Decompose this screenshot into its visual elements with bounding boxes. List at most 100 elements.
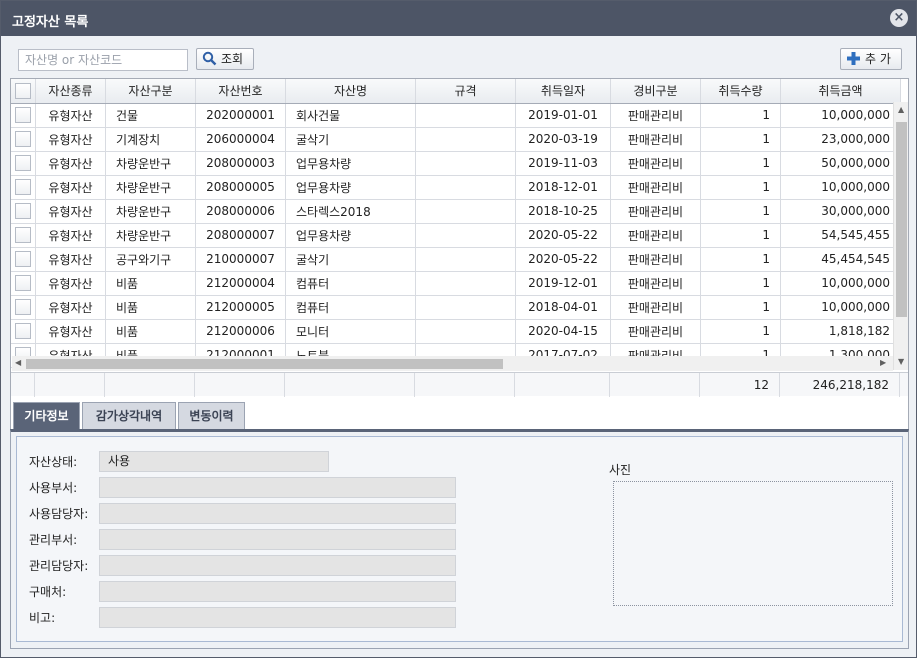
amount-cell[interactable]: 1,818,182 [780,319,901,344]
asset-category-cell[interactable]: 기계장치 [105,127,196,152]
tab-change-history[interactable]: 변동이력 [178,402,245,430]
row-checkbox[interactable] [15,251,31,267]
row-checkbox-cell[interactable] [11,127,36,152]
asset-category-cell[interactable]: 건물 [105,103,196,128]
tab-other-info[interactable]: 기타정보 [13,402,80,430]
asset-type-cell[interactable]: 유형자산 [35,103,106,128]
asset-type-cell[interactable]: 유형자산 [35,223,106,248]
quantity-cell[interactable]: 1 [700,319,781,344]
row-checkbox-cell[interactable] [11,175,36,200]
row-checkbox-cell[interactable] [11,247,36,272]
table-row[interactable]: 유형자산 차량운반구 208000005 업무용차량 2018-12-01 판매관리비 1 1… [11,175,901,200]
row-checkbox[interactable] [15,275,31,291]
spec-cell[interactable] [415,175,516,200]
row-checkbox-cell[interactable] [11,271,36,296]
spec-cell[interactable] [415,223,516,248]
column-header[interactable]: 자산구분 [105,79,196,104]
horizontal-scroll-thumb[interactable] [26,359,503,369]
row-checkbox-cell[interactable] [11,199,36,224]
amount-cell[interactable]: 50,000,000 [780,151,901,176]
scroll-down-icon[interactable]: ▼ [898,357,904,366]
asset-number-cell[interactable]: 208000007 [195,223,286,248]
column-header[interactable]: 취득수량 [700,79,781,104]
asset-name-cell[interactable]: 업무용차량 [285,151,416,176]
column-header[interactable]: 경비구분 [610,79,701,104]
acquired-date-cell[interactable]: 2020-04-15 [515,319,611,344]
row-checkbox[interactable] [15,203,31,219]
use-dept-field[interactable] [99,477,456,498]
amount-cell[interactable]: 30,000,000 [780,199,901,224]
asset-name-cell[interactable]: 굴삭기 [285,247,416,272]
row-checkbox[interactable] [15,155,31,171]
expense-type-cell[interactable]: 판매관리비 [610,175,701,200]
acquired-date-cell[interactable]: 2019-11-03 [515,151,611,176]
expense-type-cell[interactable]: 판매관리비 [610,223,701,248]
acquired-date-cell[interactable]: 2018-10-25 [515,199,611,224]
column-header[interactable]: 규격 [415,79,516,104]
asset-name-cell[interactable]: 굴삭기 [285,127,416,152]
row-checkbox-cell[interactable] [11,103,36,128]
asset-number-cell[interactable]: 212000006 [195,319,286,344]
expense-type-cell[interactable]: 판매관리비 [610,319,701,344]
column-header[interactable]: 취득금액 [780,79,901,104]
asset-category-cell[interactable]: 비품 [105,295,196,320]
amount-cell[interactable]: 10,000,000 [780,175,901,200]
column-header[interactable]: 자산번호 [195,79,286,104]
asset-name-cell[interactable]: 컴퓨터 [285,295,416,320]
row-checkbox[interactable] [15,323,31,339]
spec-cell[interactable] [415,247,516,272]
quantity-cell[interactable]: 1 [700,175,781,200]
asset-number-cell[interactable]: 202000001 [195,103,286,128]
horizontal-scrollbar[interactable]: ◀ ▶ [12,356,893,371]
row-checkbox[interactable] [15,299,31,315]
use-manager-field[interactable] [99,503,456,524]
acquired-date-cell[interactable]: 2020-05-22 [515,223,611,248]
spec-cell[interactable] [415,151,516,176]
tab-depreciation[interactable]: 감가상각내역 [82,402,176,430]
spec-cell[interactable] [415,199,516,224]
quantity-cell[interactable]: 1 [700,271,781,296]
search-input[interactable] [18,49,188,71]
asset-category-cell[interactable]: 공구와기구 [105,247,196,272]
table-row[interactable]: 유형자산 비품 212000004 컴퓨터 2019-12-01 판매관리비 1 10,000… [11,271,901,296]
asset-number-cell[interactable]: 212000004 [195,271,286,296]
asset-name-cell[interactable]: 업무용차량 [285,223,416,248]
amount-cell[interactable]: 10,000,000 [780,295,901,320]
acquired-date-cell[interactable]: 2019-12-01 [515,271,611,296]
asset-type-cell[interactable]: 유형자산 [35,127,106,152]
row-checkbox-cell[interactable] [11,295,36,320]
quantity-cell[interactable]: 1 [700,151,781,176]
scroll-right-icon[interactable]: ▶ [880,358,886,367]
asset-category-cell[interactable]: 비품 [105,319,196,344]
search-button[interactable]: 조회 [196,48,254,70]
expense-type-cell[interactable]: 판매관리비 [610,247,701,272]
asset-category-cell[interactable]: 비품 [105,271,196,296]
amount-cell[interactable]: 54,545,455 [780,223,901,248]
row-checkbox[interactable] [15,107,31,123]
close-button[interactable]: × [890,9,908,27]
asset-number-cell[interactable]: 206000004 [195,127,286,152]
scroll-left-icon[interactable]: ◀ [15,358,21,367]
row-checkbox[interactable] [15,131,31,147]
asset-name-cell[interactable]: 스타렉스2018 [285,199,416,224]
table-row[interactable]: 유형자산 차량운반구 208000006 스타렉스2018 2018-10-25 판매관리… [11,199,901,224]
select-all-checkbox[interactable] [15,82,31,99]
expense-type-cell[interactable]: 판매관리비 [610,271,701,296]
asset-number-cell[interactable]: 208000005 [195,175,286,200]
acquired-date-cell[interactable]: 2018-12-01 [515,175,611,200]
table-row[interactable]: 유형자산 차량운반구 208000003 업무용차량 2019-11-03 판매관리비 1 5… [11,151,901,176]
add-button[interactable]: 추 가 [840,48,902,70]
row-checkbox-cell[interactable] [11,151,36,176]
spec-cell[interactable] [415,103,516,128]
note-field[interactable] [99,607,456,628]
table-row[interactable]: 유형자산 건물 202000001 회사건물 2019-01-01 판매관리비 1 10,00… [11,103,901,128]
asset-type-cell[interactable]: 유형자산 [35,247,106,272]
scroll-up-icon[interactable]: ▲ [898,105,904,114]
spec-cell[interactable] [415,319,516,344]
spec-cell[interactable] [415,271,516,296]
asset-category-cell[interactable]: 차량운반구 [105,223,196,248]
quantity-cell[interactable]: 1 [700,295,781,320]
select-all-checkbox-cell[interactable] [11,79,36,104]
expense-type-cell[interactable]: 판매관리비 [610,127,701,152]
asset-number-cell[interactable]: 208000003 [195,151,286,176]
